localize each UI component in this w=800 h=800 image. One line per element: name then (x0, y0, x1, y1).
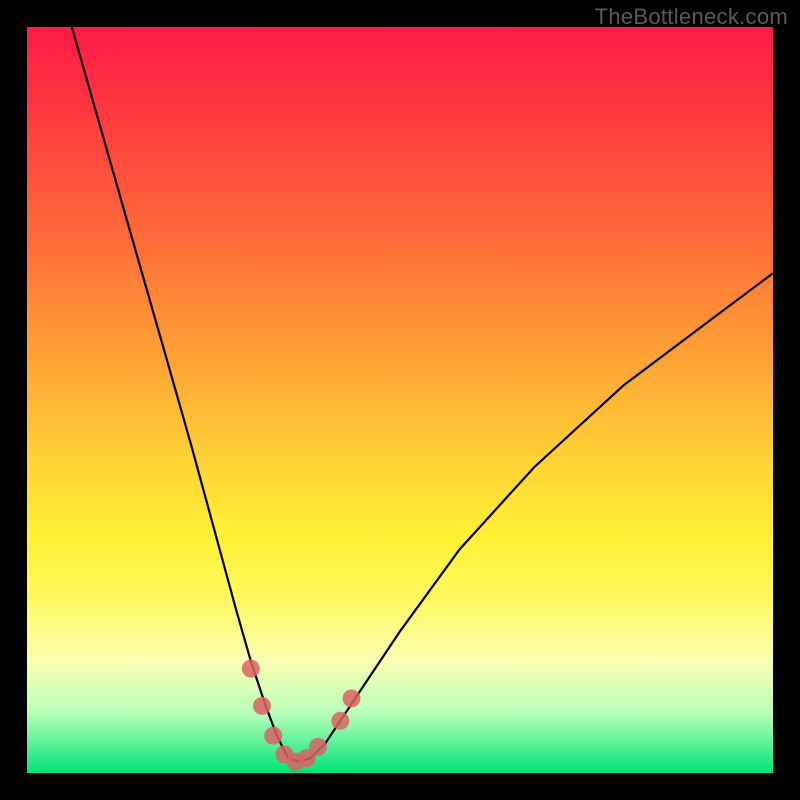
marker-dot (242, 660, 260, 678)
marker-dot (343, 689, 361, 707)
gradient-plot-area (27, 27, 773, 773)
marker-dot (331, 712, 349, 730)
marker-dot (253, 697, 271, 715)
watermark-text: TheBottleneck.com (595, 4, 788, 30)
bottleneck-curve (72, 27, 773, 762)
marker-dot (309, 738, 327, 756)
highlight-markers (242, 660, 361, 771)
marker-dot (264, 727, 282, 745)
bottleneck-chart (27, 27, 773, 773)
